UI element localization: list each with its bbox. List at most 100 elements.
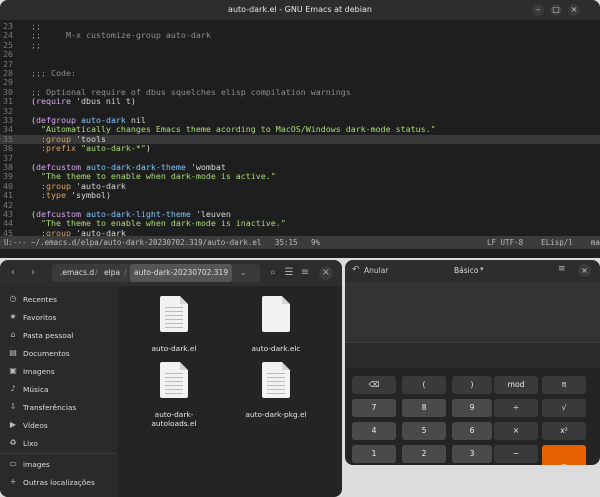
- close-icon[interactable]: ×: [578, 264, 591, 277]
- code-line[interactable]: 27: [0, 59, 600, 69]
- digit-5-key[interactable]: 5: [402, 422, 446, 440]
- sidebar-item-recentes[interactable]: ◷ Recentes: [0, 291, 117, 308]
- sidebar-item-label: Lixo: [23, 439, 38, 448]
- multiply-key[interactable]: ×: [494, 422, 538, 440]
- sidebar-item-images[interactable]: ▭ images: [0, 456, 117, 473]
- breadcrumb-current[interactable]: auto-dark-20230702.319: [130, 264, 233, 282]
- modeline-file-info: U:--- ~/.emacs.d/elpa/auto-dark-20230702…: [4, 238, 321, 247]
- sidebar-item-label: Outras localizações: [23, 478, 95, 487]
- divide-key[interactable]: ÷: [494, 399, 538, 417]
- star-icon: ★: [9, 312, 17, 321]
- digit-2-key[interactable]: 2: [402, 445, 446, 463]
- back-icon[interactable]: ‹: [6, 266, 20, 280]
- file-manager-header: ‹ › .emacs.d / elpa / auto-dark-20230702…: [0, 260, 342, 286]
- code-line[interactable]: 25;;: [0, 39, 600, 50]
- sidebar-item-label: Vídeos: [23, 421, 48, 430]
- undo-icon[interactable]: ↶: [352, 265, 360, 275]
- breadcrumb-separator: /: [95, 268, 98, 277]
- emacs-buffer[interactable]: 23;; 24;; M-x customize-group auto-dark 25…: [0, 21, 600, 247]
- emacs-titlebar[interactable]: auto-dark.el - GNU Emacs at debian – □ ×: [0, 0, 600, 20]
- video-icon: ▶: [9, 420, 17, 429]
- code-text: ;; M-x customize-group auto-dark: [31, 30, 211, 41]
- music-icon: ♪: [10, 384, 16, 393]
- file-name[interactable]: auto-dark.elc: [231, 344, 321, 353]
- file-icon[interactable]: [262, 362, 290, 398]
- sidebar-item-label: Recentes: [23, 295, 57, 304]
- breadcrumb-item[interactable]: .emacs.d: [60, 264, 94, 282]
- mod-key[interactable]: mod: [494, 376, 538, 394]
- open-paren-key[interactable]: (: [402, 376, 446, 394]
- code-line[interactable]: 26: [0, 49, 600, 59]
- maximize-icon[interactable]: □: [550, 4, 562, 16]
- calc-display[interactable]: [345, 282, 600, 342]
- folder-icon: ▭: [9, 459, 17, 468]
- trash-icon: ♻: [9, 438, 17, 447]
- sqrt-key[interactable]: √: [542, 399, 586, 417]
- square-key[interactable]: x²: [542, 422, 586, 440]
- calc-history: [345, 342, 600, 368]
- breadcrumb: .emacs.d / elpa / auto-dark-20230702.319…: [52, 264, 260, 282]
- minus-key[interactable]: −: [494, 445, 538, 463]
- modeline-mode-info: LF UTF-8 ELisp/l main: [487, 238, 600, 247]
- sidebar: ◷ Recentes ★ Favoritos ⌂ Pasta pessoal ▤ Docume…: [0, 286, 117, 497]
- sidebar-item-favoritos[interactable]: ★ Favoritos: [0, 309, 117, 326]
- image-icon: ▣: [9, 366, 17, 375]
- sidebar-item-label: Imagens: [23, 367, 55, 376]
- sidebar-item-label: Favoritos: [23, 313, 57, 322]
- menu-icon[interactable]: ≡: [558, 264, 566, 274]
- code-text: (require 'dbus nil t): [31, 96, 136, 107]
- sidebar-item-outras-localizações[interactable]: + Outras localizações: [0, 474, 117, 491]
- list-view-icon[interactable]: ☰: [282, 266, 296, 280]
- code-line[interactable]: 41 :type 'symbol): [0, 190, 600, 200]
- sidebar-item-label: images: [23, 460, 50, 469]
- sidebar-item-documentos[interactable]: ▤ Documentos: [0, 345, 117, 362]
- backspace-key[interactable]: ⌫: [352, 376, 396, 394]
- document-icon: ▤: [9, 348, 17, 357]
- digit-3-key[interactable]: 3: [452, 445, 492, 463]
- sidebar-item-pasta-pessoal[interactable]: ⌂ Pasta pessoal: [0, 327, 117, 344]
- code-line[interactable]: 24;; M-x customize-group auto-dark: [0, 30, 600, 41]
- close-icon[interactable]: ×: [568, 4, 580, 16]
- digit-9-key[interactable]: 9: [452, 399, 492, 417]
- calculator-window: ↶ Anular Básico ▾ ≡ × ⌫() mod π 7 8 9 ÷ √ 4 5 6 × x²…: [345, 260, 600, 465]
- minimize-icon[interactable]: –: [532, 4, 544, 16]
- sidebar-item-transferências[interactable]: ⇩ Transferências: [0, 399, 117, 416]
- menu-icon[interactable]: ≡: [298, 266, 312, 280]
- code-line[interactable]: 31 (require 'dbus nil t): [0, 96, 600, 107]
- search-icon[interactable]: ⌕: [266, 266, 280, 280]
- code-line[interactable]: 28;;; Code:: [0, 68, 600, 78]
- close-icon[interactable]: ×: [319, 266, 333, 280]
- sidebar-item-lixo[interactable]: ♻ Lixo: [0, 435, 117, 452]
- sidebar-item-label: Transferências: [23, 403, 77, 412]
- code-text: ;;: [31, 39, 41, 50]
- chevron-down-icon[interactable]: ▾: [480, 265, 484, 273]
- close-paren-key[interactable]: ): [452, 376, 492, 394]
- sidebar-item-vídeos[interactable]: ▶ Vídeos: [0, 417, 117, 434]
- digit-1-key[interactable]: 1: [352, 445, 396, 463]
- digit-4-key[interactable]: 4: [352, 422, 396, 440]
- sidebar-item-label: Documentos: [23, 349, 70, 358]
- sidebar-divider: [0, 453, 117, 454]
- sidebar-item-música[interactable]: ♪ Música: [0, 381, 117, 398]
- sidebar-item-label: Pasta pessoal: [23, 331, 74, 340]
- file-icon[interactable]: [262, 296, 290, 332]
- file-name[interactable]: auto-dark-pkg.el: [231, 410, 321, 419]
- pi-key[interactable]: π: [542, 376, 586, 394]
- undo-button[interactable]: Anular: [364, 266, 388, 275]
- file-name[interactable]: auto-dark.el: [129, 344, 219, 353]
- mode-selector[interactable]: Básico: [454, 266, 478, 275]
- equals-key[interactable]: =: [542, 445, 586, 465]
- breadcrumb-item[interactable]: elpa: [104, 264, 120, 282]
- home-icon: ⌂: [10, 330, 16, 339]
- digit-8-key[interactable]: 8: [402, 399, 446, 417]
- code-line[interactable]: 36 :prefix "auto-dark-*"): [0, 143, 600, 153]
- forward-icon[interactable]: ›: [26, 266, 40, 280]
- file-icon[interactable]: [160, 362, 188, 398]
- digit-7-key[interactable]: 7: [352, 399, 396, 417]
- chevron-down-icon[interactable]: ⌄: [240, 264, 246, 282]
- file-icon[interactable]: [160, 296, 188, 332]
- digit-6-key[interactable]: 6: [452, 422, 492, 440]
- calculator-header: ↶ Anular Básico ▾ ≡ ×: [345, 260, 600, 282]
- sidebar-item-imagens[interactable]: ▣ Imagens: [0, 363, 117, 380]
- file-name[interactable]: auto-dark-autoloads.el: [144, 410, 204, 428]
